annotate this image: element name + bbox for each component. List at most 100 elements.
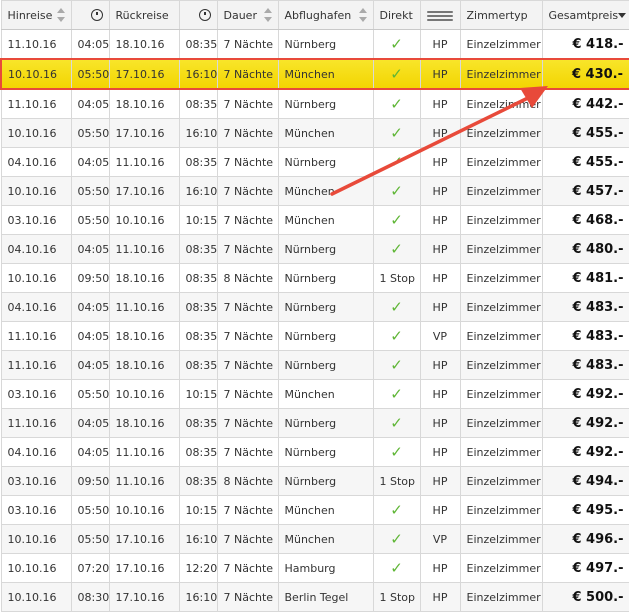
table-row[interactable]: 04.10.16 04:05 11.10.16 08:35 7 Nächte Nürnbe… bbox=[0, 234, 629, 264]
cell-direct: ✓ bbox=[372, 350, 421, 380]
cell-dep-date: 03.10.16 bbox=[0, 495, 72, 525]
cell-duration: 8 Nächte bbox=[216, 466, 279, 496]
table-row[interactable]: 10.10.16 05:50 17.10.16 16:10 7 Nächte Münche… bbox=[0, 176, 629, 206]
cell-dep-date: 10.10.16 bbox=[0, 118, 72, 148]
cell-ret-time: 16:10 bbox=[178, 118, 218, 148]
cell-ret-date: 11.10.16 bbox=[108, 466, 180, 496]
cell-board: HP bbox=[419, 118, 461, 148]
cell-ret-time: 12:20 bbox=[178, 553, 218, 583]
table-row[interactable]: 11.10.16 04:05 18.10.16 08:35 7 Nächte Nürnbe… bbox=[0, 321, 629, 351]
cell-airport: München bbox=[277, 379, 374, 409]
cell-dep-date: 03.10.16 bbox=[0, 379, 72, 409]
cell-price: € 500.- bbox=[541, 582, 629, 612]
table-row[interactable]: 10.10.16 05:50 17.10.16 16:10 7 Nächte Münche… bbox=[0, 118, 629, 148]
cell-dep-time: 04:05 bbox=[70, 234, 110, 264]
check-icon: ✓ bbox=[390, 95, 403, 113]
sort-icon[interactable] bbox=[358, 8, 367, 22]
cell-dep-time: 04:05 bbox=[70, 147, 110, 177]
cell-dep-time: 04:05 bbox=[70, 437, 110, 467]
table-row[interactable]: 03.10.16 05:50 10.10.16 10:15 7 Nächte Münche… bbox=[0, 495, 629, 525]
table-row[interactable]: 10.10.16 05:50 17.10.16 16:10 7 Nächte Münche… bbox=[0, 58, 629, 90]
cell-dep-date: 10.10.16 bbox=[0, 582, 72, 612]
cell-airport: Nürnberg bbox=[277, 321, 374, 351]
cell-ret-time: 16:10 bbox=[178, 524, 218, 554]
check-icon: ✓ bbox=[390, 65, 403, 83]
cell-room-type: Einzelzimmer bbox=[459, 263, 543, 293]
table-row[interactable]: 11.10.16 04:05 18.10.16 08:35 7 Nächte Nürnbe… bbox=[0, 29, 629, 60]
col-rueckreise-time[interactable] bbox=[178, 0, 218, 30]
cell-board: HP bbox=[419, 466, 461, 496]
table-row[interactable]: 03.10.16 05:50 10.10.16 10:15 7 Nächte Münche… bbox=[0, 205, 629, 235]
table-row[interactable]: 10.10.16 07:20 17.10.16 12:20 7 Nächte Hambur… bbox=[0, 553, 629, 583]
cell-airport: Nürnberg bbox=[277, 350, 374, 380]
cell-room-type: Einzelzimmer bbox=[459, 524, 543, 554]
table-row[interactable]: 04.10.16 04:05 11.10.16 08:35 7 Nächte Nürnbe… bbox=[0, 147, 629, 177]
cell-ret-date: 17.10.16 bbox=[108, 58, 180, 90]
table-row[interactable]: 04.10.16 04:05 11.10.16 08:35 7 Nächte Nürnbe… bbox=[0, 437, 629, 467]
col-gesamtpreis[interactable]: Gesamtpreis bbox=[541, 0, 629, 30]
cell-dep-time: 04:05 bbox=[70, 408, 110, 438]
table-row[interactable]: 03.10.16 09:50 11.10.16 08:35 8 Nächte Nürnbe… bbox=[0, 466, 629, 496]
cell-room-type: Einzelzimmer bbox=[459, 234, 543, 264]
cell-direct: 1 Stop bbox=[372, 263, 421, 293]
col-rueckreise[interactable]: Rückreise bbox=[108, 0, 180, 30]
cell-price: € 497.- bbox=[541, 553, 629, 583]
table-row[interactable]: 10.10.16 08:30 17.10.16 16:10 7 Nächte Berlin… bbox=[0, 582, 629, 612]
col-hinreise-label: Hinreise bbox=[7, 8, 53, 22]
cell-airport: München bbox=[277, 524, 374, 554]
col-zimmertyp[interactable]: Zimmertyp bbox=[459, 0, 543, 30]
col-direkt[interactable]: Direkt bbox=[372, 0, 421, 30]
cell-price: € 492.- bbox=[541, 408, 629, 438]
cell-duration: 7 Nächte bbox=[216, 524, 279, 554]
cell-price: € 455.- bbox=[541, 118, 629, 148]
table-row[interactable]: 10.10.16 09:50 18.10.16 08:35 8 Nächte Nürnbe… bbox=[0, 263, 629, 293]
cell-duration: 7 Nächte bbox=[216, 234, 279, 264]
cell-duration: 7 Nächte bbox=[216, 29, 279, 60]
cell-ret-date: 11.10.16 bbox=[108, 437, 180, 467]
clock-icon[interactable] bbox=[198, 9, 211, 21]
cell-duration: 7 Nächte bbox=[216, 58, 279, 90]
meal-icon[interactable] bbox=[426, 10, 453, 22]
cell-dep-time: 05:50 bbox=[70, 176, 110, 206]
col-abflughafen[interactable]: Abflughafen bbox=[277, 0, 374, 30]
table-row[interactable]: 11.10.16 04:05 18.10.16 08:35 7 Nächte Nürnbe… bbox=[0, 88, 629, 119]
check-icon: ✓ bbox=[390, 530, 403, 548]
cell-dep-date: 11.10.16 bbox=[0, 350, 72, 380]
cell-room-type: Einzelzimmer bbox=[459, 292, 543, 322]
cell-room-type: Einzelzimmer bbox=[459, 88, 543, 119]
cell-direct: ✓ bbox=[372, 88, 421, 119]
cell-room-type: Einzelzimmer bbox=[459, 58, 543, 90]
cell-direct: ✓ bbox=[372, 553, 421, 583]
cell-ret-date: 17.10.16 bbox=[108, 118, 180, 148]
col-hinreise-time[interactable] bbox=[70, 0, 110, 30]
col-verpflegung[interactable] bbox=[419, 0, 461, 30]
cell-board: HP bbox=[419, 582, 461, 612]
table-row[interactable]: 04.10.16 04:05 11.10.16 08:35 7 Nächte Nürnbe… bbox=[0, 292, 629, 322]
col-dauer[interactable]: Dauer bbox=[216, 0, 279, 30]
cell-price: € 442.- bbox=[541, 88, 629, 119]
table-row[interactable]: 11.10.16 04:05 18.10.16 08:35 7 Nächte Nürnbe… bbox=[0, 350, 629, 380]
cell-direct: ✓ bbox=[372, 408, 421, 438]
cell-price: € 468.- bbox=[541, 205, 629, 235]
check-icon: ✓ bbox=[390, 124, 403, 142]
col-direkt-label: Direkt bbox=[379, 8, 413, 22]
table-row[interactable]: 11.10.16 04:05 18.10.16 08:35 7 Nächte Nürnbe… bbox=[0, 408, 629, 438]
cell-room-type: Einzelzimmer bbox=[459, 205, 543, 235]
cell-price: € 455.- bbox=[541, 147, 629, 177]
cell-price: € 494.- bbox=[541, 466, 629, 496]
sort-icon[interactable] bbox=[263, 8, 272, 22]
sort-desc-icon[interactable] bbox=[617, 13, 626, 18]
table-row[interactable]: 03.10.16 05:50 10.10.16 10:15 7 Nächte Münche… bbox=[0, 379, 629, 409]
cell-price: € 483.- bbox=[541, 321, 629, 351]
clock-icon[interactable] bbox=[90, 9, 103, 21]
sort-icon[interactable] bbox=[56, 8, 65, 22]
cell-price: € 492.- bbox=[541, 379, 629, 409]
cell-dep-time: 05:50 bbox=[70, 524, 110, 554]
cell-dep-date: 03.10.16 bbox=[0, 466, 72, 496]
cell-ret-date: 18.10.16 bbox=[108, 29, 180, 60]
cell-price: € 457.- bbox=[541, 176, 629, 206]
col-hinreise[interactable]: Hinreise bbox=[0, 0, 72, 30]
table-row[interactable]: 10.10.16 05:50 17.10.16 16:10 7 Nächte Münche… bbox=[0, 524, 629, 554]
cell-dep-time: 05:50 bbox=[70, 58, 110, 90]
cell-price: € 483.- bbox=[541, 292, 629, 322]
